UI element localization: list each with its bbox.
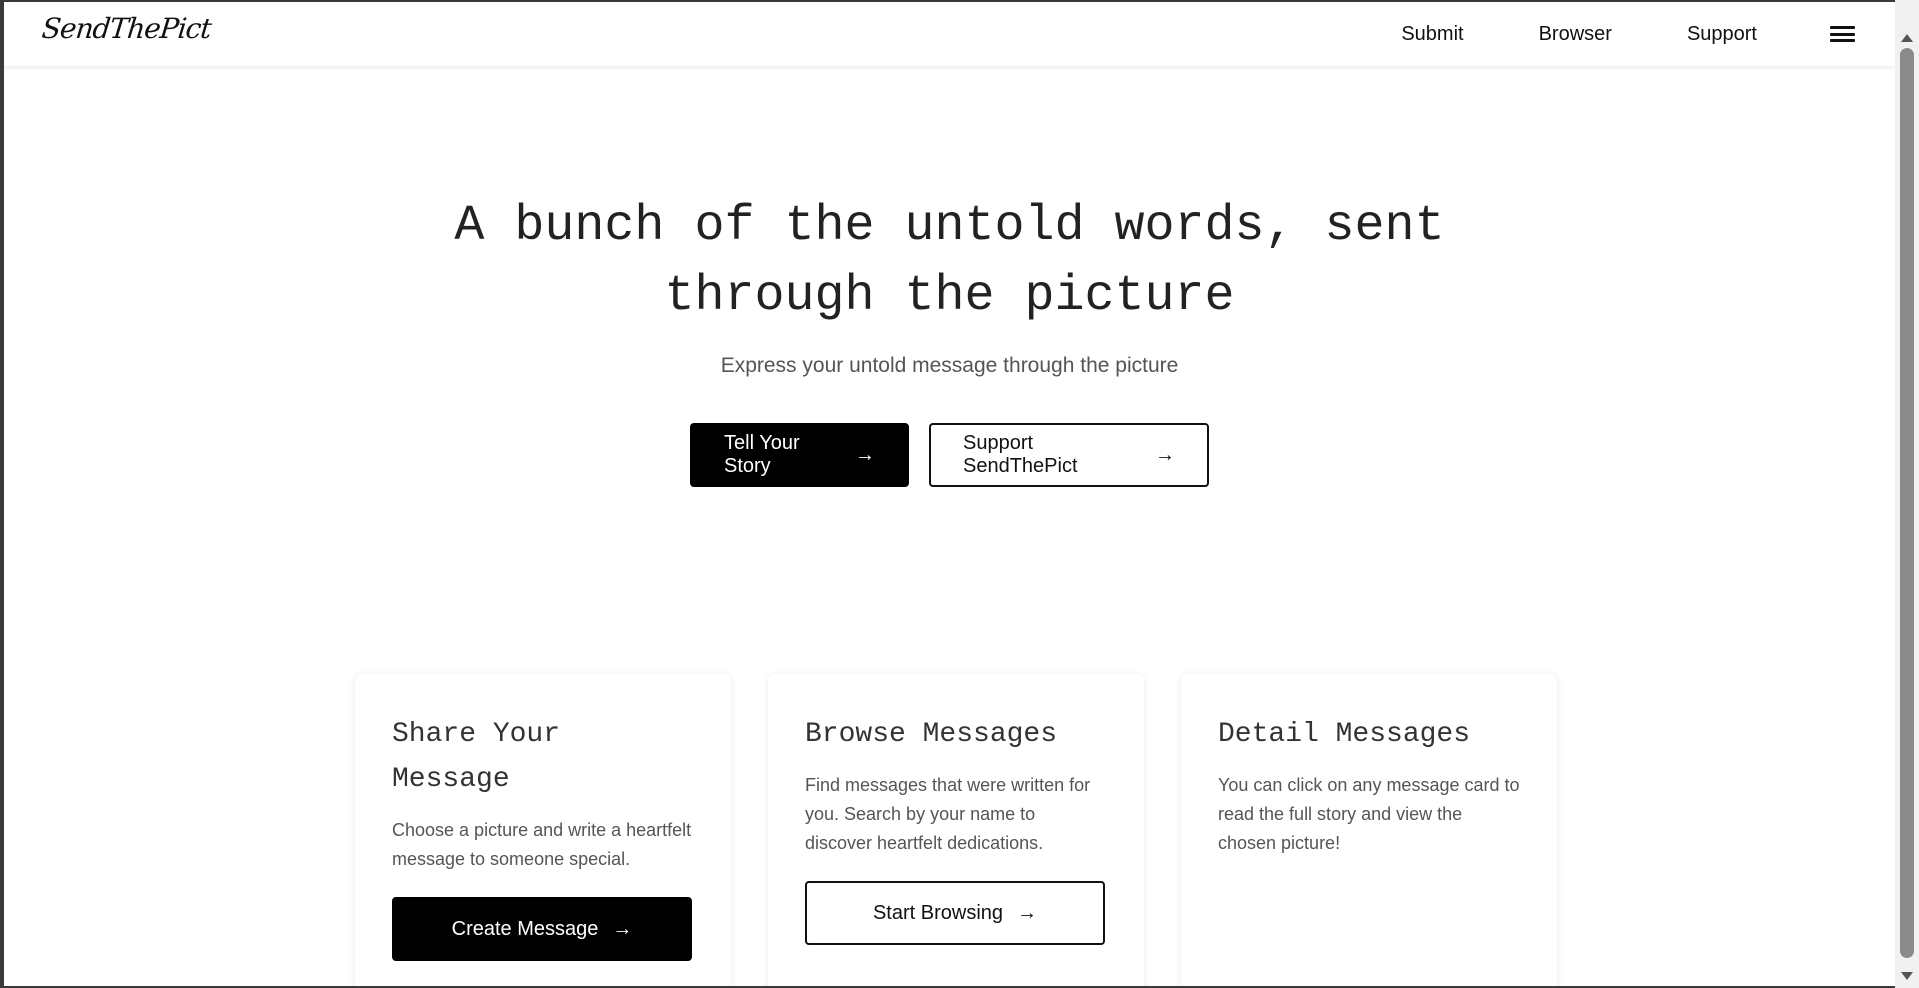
nav-link-submit[interactable]: Submit [1401, 23, 1463, 46]
card-text: Choose a picture and write a heartfelt m… [392, 820, 692, 869]
card-title: Share Your Message [392, 719, 561, 795]
arrow-right-icon: → [612, 917, 633, 940]
card-text: You can click on any message card to rea… [1218, 775, 1520, 853]
hero-subtitle: Express your untold message through the … [720, 354, 1179, 377]
scroll-down-arrow-icon[interactable] [1901, 972, 1913, 980]
card-detail-messages: Detail Messages You can click on any mes… [1181, 674, 1557, 986]
hero-buttons: Tell Your Story → Support SendThePict → [4, 423, 1895, 487]
card-browse-messages: Browse Messages Find messages that were … [768, 674, 1144, 986]
arrow-right-icon: → [855, 443, 875, 466]
support-sendthepict-label: Support SendThePict [963, 432, 1078, 477]
start-browsing-label: Start Browsing [872, 901, 1004, 924]
vertical-scrollbar[interactable] [1895, 0, 1919, 988]
feature-cards: Share Your Message Choose a picture and … [355, 674, 1557, 986]
hamburger-menu-icon[interactable] [1830, 24, 1855, 44]
site-logo[interactable]: SendThePict [40, 12, 212, 45]
tell-your-story-button[interactable]: Tell Your Story → [690, 423, 909, 487]
nav-link-support[interactable]: Support [1687, 23, 1757, 46]
scroll-up-arrow-icon[interactable] [1901, 34, 1913, 42]
create-message-button[interactable]: Create Message → [392, 897, 692, 961]
hero-title-line-1: A bunch of the untold words, sent [454, 198, 1445, 255]
hero-title: A bunch of the untold words, sent throug… [4, 192, 1895, 332]
nav-links: Submit Browser Support [1401, 2, 1895, 66]
hero-title-line-2: through the picture [664, 268, 1235, 325]
support-sendthepict-button[interactable]: Support SendThePict → [929, 423, 1209, 487]
nav-link-browser[interactable]: Browser [1539, 23, 1612, 46]
page-viewport: SendThePict Submit Browser Support A bun… [4, 2, 1895, 986]
arrow-right-icon: → [1017, 901, 1038, 924]
tell-your-story-label: Tell Your Story [724, 432, 800, 477]
card-title: Detail Messages [1218, 719, 1471, 750]
card-share-message: Share Your Message Choose a picture and … [355, 674, 731, 986]
arrow-right-icon: → [1155, 443, 1175, 466]
scroll-thumb[interactable] [1900, 48, 1914, 958]
navbar: SendThePict Submit Browser Support [4, 2, 1895, 66]
start-browsing-button[interactable]: Start Browsing → [805, 881, 1105, 945]
card-title: Browse Messages [805, 719, 1058, 750]
card-text: Find messages that were written for you.… [805, 775, 1091, 853]
create-message-label: Create Message [451, 917, 599, 940]
